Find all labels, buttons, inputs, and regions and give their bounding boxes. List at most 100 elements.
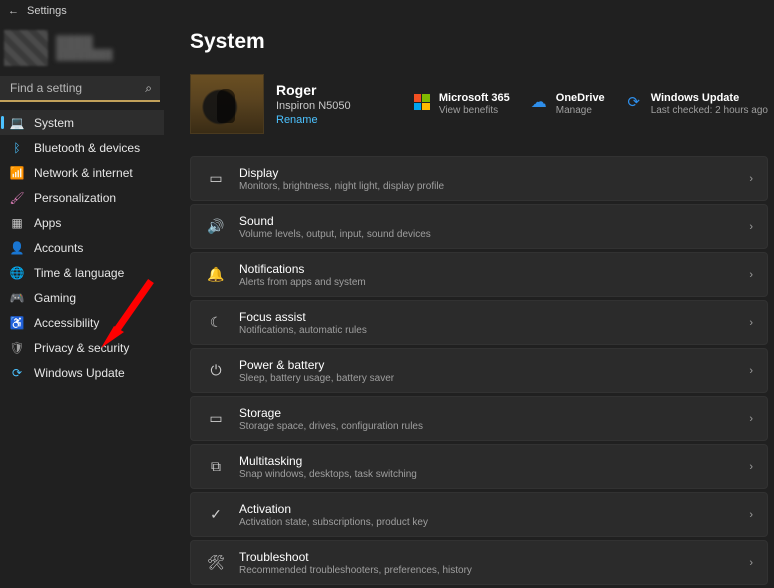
sidebar-item-label: Personalization bbox=[34, 191, 116, 205]
sidebar-item-label: Network & internet bbox=[34, 166, 133, 180]
page-title: System bbox=[190, 30, 768, 54]
card-focus-assist[interactable]: ☾Focus assistNotifications, automatic ru… bbox=[190, 300, 768, 345]
promo-row: Microsoft 365View benefits ☁ OneDriveManag… bbox=[413, 92, 768, 116]
rename-link[interactable]: Rename bbox=[276, 114, 351, 126]
promo-sub: Last checked: 2 hours ago bbox=[651, 105, 768, 116]
sidebar-item-time-language[interactable]: 🌐 Time & language bbox=[0, 260, 164, 285]
card-icon: ⏻ bbox=[205, 362, 227, 379]
card-storage[interactable]: ▭ StorageStorage space, drives, configura… bbox=[190, 396, 768, 441]
main: System Roger Inspiron N5050 Rename Micro… bbox=[164, 22, 774, 588]
settings-list: ▭DisplayMonitors, brightness, night ligh… bbox=[190, 156, 768, 588]
back-icon[interactable]: ← bbox=[8, 5, 19, 17]
promo-windows-update[interactable]: ⟳Windows UpdateLast checked: 2 hours ago bbox=[625, 92, 768, 116]
pc-model: Inspiron N5050 bbox=[276, 100, 351, 112]
sidebar-item-accounts[interactable]: 👤 Accounts bbox=[0, 235, 164, 260]
card-title: Power & battery bbox=[239, 358, 394, 372]
card-title: Activation bbox=[239, 502, 428, 516]
nav-icon: ▦ bbox=[10, 216, 24, 230]
sidebar-item-label: Time & language bbox=[34, 266, 124, 280]
chevron-right-icon: › bbox=[749, 509, 753, 521]
chevron-right-icon: › bbox=[749, 269, 753, 281]
sidebar-item-label: Apps bbox=[34, 216, 61, 230]
chevron-right-icon: › bbox=[749, 365, 753, 377]
sidebar-item-personalization[interactable]: 🖌 Personalization bbox=[0, 185, 164, 210]
sidebar-item-gaming[interactable]: 🎮 Gaming bbox=[0, 285, 164, 310]
card-sub: Sleep, battery usage, battery saver bbox=[239, 373, 394, 384]
sidebar-item-label: System bbox=[34, 116, 74, 130]
card-sub: Storage space, drives, configuration rul… bbox=[239, 421, 423, 432]
card-icon: ⧉ bbox=[205, 458, 227, 475]
sidebar-nav: 💻 System ᛒ Bluetooth & devices 📶 Network & in… bbox=[0, 110, 164, 385]
nav-icon: 📶 bbox=[10, 166, 24, 180]
card-troubleshoot[interactable]: 🛠 TroubleshootRecommended troubleshooters… bbox=[190, 540, 768, 585]
nav-icon: 🎮 bbox=[10, 291, 24, 305]
promo-title: Windows Update bbox=[651, 92, 768, 104]
window-title: Settings bbox=[27, 5, 67, 17]
card-sub: Volume levels, output, input, sound devi… bbox=[239, 229, 431, 240]
card-icon: ✓ bbox=[205, 506, 227, 523]
card-title: Troubleshoot bbox=[239, 550, 472, 564]
promo-microsoft-365[interactable]: Microsoft 365View benefits bbox=[413, 92, 510, 116]
pc-name: Roger bbox=[276, 82, 351, 98]
nav-icon: 💻 bbox=[10, 116, 24, 130]
card-sub: Recommended troubleshooters, preferences… bbox=[239, 565, 472, 576]
sidebar-item-label: Accounts bbox=[34, 241, 83, 255]
search-input[interactable] bbox=[0, 76, 160, 102]
card-sub: Notifications, automatic rules bbox=[239, 325, 367, 336]
search-icon[interactable]: ⌕ bbox=[145, 81, 152, 96]
avatar bbox=[4, 30, 48, 66]
promo-onedrive[interactable]: ☁ OneDriveManage bbox=[530, 92, 605, 116]
sidebar-item-network-internet[interactable]: 📶 Network & internet bbox=[0, 160, 164, 185]
chevron-right-icon: › bbox=[749, 557, 753, 569]
promo-title: Microsoft 365 bbox=[439, 92, 510, 104]
chevron-right-icon: › bbox=[749, 413, 753, 425]
promo-sub: Manage bbox=[556, 105, 605, 116]
nav-icon: 🌐 bbox=[10, 266, 24, 280]
card-title: Storage bbox=[239, 406, 423, 420]
nav-icon: ♿ bbox=[10, 316, 24, 330]
nav-icon: 🛡 bbox=[10, 341, 24, 355]
user-block[interactable]: ████ ████████ bbox=[0, 26, 164, 76]
card-icon: ☾ bbox=[205, 314, 227, 331]
card-display[interactable]: ▭DisplayMonitors, brightness, night ligh… bbox=[190, 156, 768, 201]
chevron-right-icon: › bbox=[749, 221, 753, 233]
sidebar-item-label: Accessibility bbox=[34, 316, 99, 330]
sidebar-item-apps[interactable]: ▦ Apps bbox=[0, 210, 164, 235]
nav-icon: 🖌 bbox=[10, 191, 24, 205]
sidebar-item-windows-update[interactable]: ⟳ Windows Update bbox=[0, 360, 164, 385]
card-sub: Alerts from apps and system bbox=[239, 277, 366, 288]
nav-icon: ⟳ bbox=[10, 366, 24, 380]
card-sound[interactable]: 🔊SoundVolume levels, output, input, soun… bbox=[190, 204, 768, 249]
card-title: Notifications bbox=[239, 262, 366, 276]
sidebar: ████ ████████ ⌕ 💻 System ᛒ Bluetooth & devi… bbox=[0, 22, 164, 588]
card-notifications[interactable]: 🔔 NotificationsAlerts from apps and syste… bbox=[190, 252, 768, 297]
card-icon: ▭ bbox=[205, 410, 227, 427]
sidebar-item-label: Windows Update bbox=[34, 366, 125, 380]
sidebar-item-label: Bluetooth & devices bbox=[34, 141, 140, 155]
card-icon: 🔔 bbox=[205, 266, 227, 283]
promo-title: OneDrive bbox=[556, 92, 605, 104]
card-multitasking[interactable]: ⧉MultitaskingSnap windows, desktops, tas… bbox=[190, 444, 768, 489]
promo-sub: View benefits bbox=[439, 105, 510, 116]
sidebar-item-label: Privacy & security bbox=[34, 341, 129, 355]
card-icon: 🔊 bbox=[205, 218, 227, 235]
sidebar-item-label: Gaming bbox=[34, 291, 76, 305]
pc-picture bbox=[190, 74, 264, 134]
chevron-right-icon: › bbox=[749, 317, 753, 329]
card-activation[interactable]: ✓ActivationActivation state, subscriptio… bbox=[190, 492, 768, 537]
header-row: Roger Inspiron N5050 Rename Microsoft 36… bbox=[190, 74, 768, 134]
sidebar-item-accessibility[interactable]: ♿ Accessibility bbox=[0, 310, 164, 335]
user-text: ████ ████████ bbox=[56, 35, 113, 61]
nav-icon: ᛒ bbox=[10, 141, 24, 155]
cloud-icon: ☁ bbox=[531, 92, 547, 112]
card-icon: 🛠 bbox=[205, 554, 227, 571]
sidebar-item-privacy-security[interactable]: 🛡 Privacy & security bbox=[0, 335, 164, 360]
card-power-battery[interactable]: ⏻ Power & batterySleep, battery usage, ba… bbox=[190, 348, 768, 393]
card-sub: Monitors, brightness, night light, displ… bbox=[239, 181, 444, 192]
window-titlebar: ← Settings bbox=[0, 0, 774, 22]
pc-block: Roger Inspiron N5050 Rename bbox=[190, 74, 351, 134]
sidebar-item-bluetooth-devices[interactable]: ᛒ Bluetooth & devices bbox=[0, 135, 164, 160]
nav-icon: 👤 bbox=[10, 241, 24, 255]
ms365-icon bbox=[414, 94, 430, 110]
sidebar-item-system[interactable]: 💻 System bbox=[0, 110, 164, 135]
